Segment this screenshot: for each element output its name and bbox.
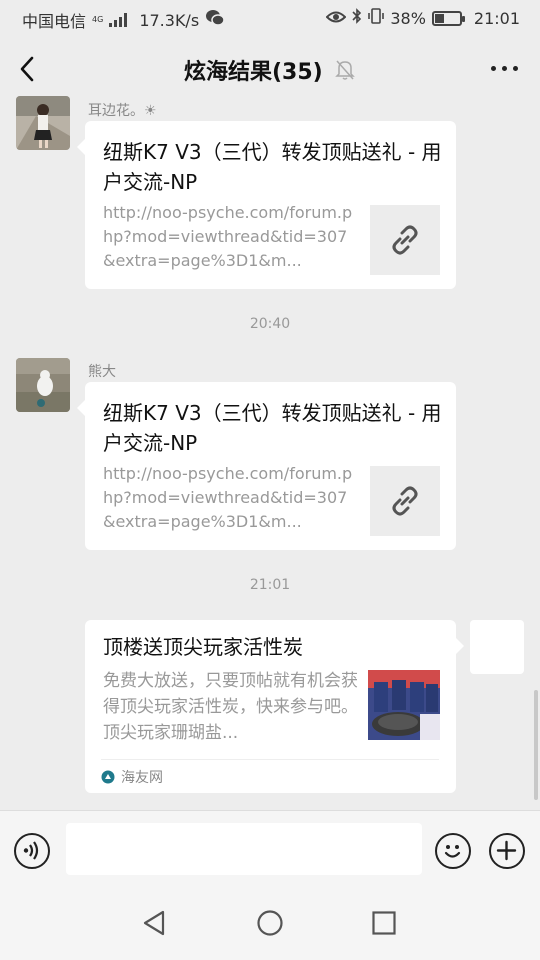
back-button[interactable] [14, 52, 44, 86]
network-tag: 4G [92, 15, 104, 24]
sender-name: 耳边花。☀ [88, 103, 157, 119]
source-icon [101, 770, 115, 783]
home-circle-icon[interactable] [256, 909, 284, 937]
link-title: 纽斯K7 V3（三代）转发顶贴送礼 - 用户交流-NP [103, 401, 442, 455]
chat-title: 炫海结果(35) [184, 60, 323, 85]
clock: 21:01 [473, 8, 520, 28]
link-icon [392, 486, 418, 516]
link-card[interactable]: 顶楼送顶尖玩家活性炭 免费大放送，只要顶帖就有机会获得顶尖玩家活性炭，快来参与吧… [85, 620, 464, 793]
chevron-left-icon [20, 56, 34, 82]
status-bar: 中国电信 4G 17.3K/s 38% 21:01 [0, 0, 540, 36]
plus-icon [496, 840, 517, 861]
avatar[interactable] [16, 96, 70, 150]
link-description: http://noo-psyche.com/forum.php?mod=view… [103, 203, 353, 270]
status-bar-right: 38% 21:01 [325, 8, 520, 28]
bell-off-icon [334, 60, 355, 80]
chat-title-group: 炫海结果(35) [184, 54, 355, 86]
status-bar-left: 中国电信 4G 17.3K/s [22, 8, 225, 32]
link-thumbnail [370, 466, 440, 536]
emoji-icon [444, 845, 461, 858]
message-input[interactable] [66, 823, 422, 875]
network-speed: 17.3K/s [139, 10, 200, 30]
chat-header: 炫海结果(35) [0, 36, 540, 102]
signal-icon [109, 13, 128, 27]
battery-icon [431, 10, 465, 26]
link-description: http://noo-psyche.com/forum.php?mod=view… [103, 464, 353, 531]
link-card[interactable]: 纽斯K7 V3（三代）转发顶贴送礼 - 用户交流-NP http://noo-p… [77, 121, 456, 289]
link-card[interactable]: 纽斯K7 V3（三代）转发顶贴送礼 - 用户交流-NP http://noo-p… [77, 382, 456, 550]
voice-icon [23, 841, 39, 860]
avatar[interactable] [16, 358, 70, 412]
recents-square-icon[interactable] [371, 910, 397, 936]
vibrate-icon [368, 8, 385, 28]
more-button[interactable] [491, 66, 518, 71]
emoji-button[interactable] [435, 833, 471, 869]
link-thumbnail [370, 205, 440, 275]
timestamp: 20:40 [249, 316, 291, 332]
sender-name: 熊大 [88, 364, 116, 380]
link-title: 纽斯K7 V3（三代）转发顶贴送礼 - 用户交流-NP [103, 140, 442, 194]
carrier-label: 中国电信 [22, 12, 87, 31]
source-name: 海友网 [121, 769, 163, 786]
back-triangle-icon[interactable] [141, 909, 167, 937]
eye-icon [325, 9, 347, 28]
timestamp: 21:01 [249, 577, 291, 593]
bluetooth-icon [352, 8, 362, 28]
link-description: 免费大放送，只要顶帖就有机会获得顶尖玩家活性炭，快来参与吧。顶尖玩家珊瑚盐... [103, 671, 358, 743]
battery-percent: 38% [390, 8, 426, 28]
link-icon [392, 225, 418, 255]
more-dots-icon [491, 66, 496, 71]
avatar[interactable] [470, 620, 524, 674]
wechat-icon [205, 9, 225, 31]
article-thumbnail [368, 670, 440, 740]
voice-button[interactable] [14, 833, 50, 869]
scrollbar[interactable] [534, 690, 538, 800]
link-title: 顶楼送顶尖玩家活性炭 [103, 635, 303, 659]
source-row: 海友网 [101, 759, 439, 793]
system-nav-bar [0, 890, 540, 960]
input-bar [0, 810, 540, 890]
plus-button[interactable] [489, 833, 525, 869]
